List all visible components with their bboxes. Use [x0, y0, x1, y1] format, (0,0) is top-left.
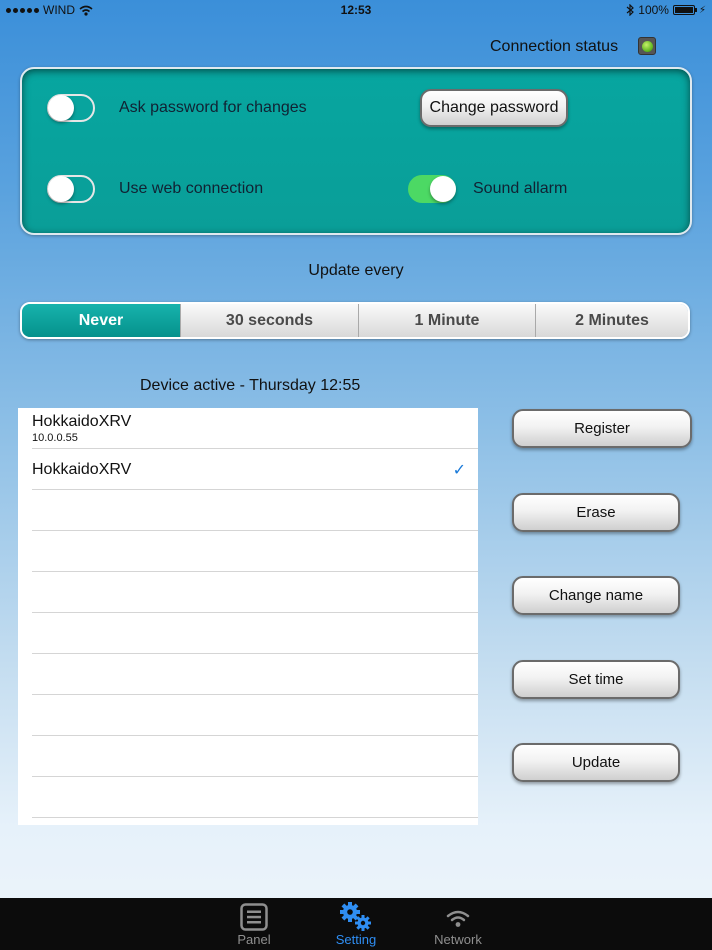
- device-active-label: Device active - Thursday 12:55: [140, 377, 361, 394]
- list-item[interactable]: HokkaidoXRV ✓: [32, 449, 478, 490]
- update-every-label: Update every: [308, 262, 404, 279]
- charging-icon: ⚡: [698, 4, 706, 16]
- panel-icon: [240, 903, 268, 931]
- device-ip: 10.0.0.55: [32, 432, 78, 444]
- device-name: HokkaidoXRV: [32, 461, 132, 478]
- segment-2-minutes[interactable]: 2 Minutes: [535, 304, 688, 337]
- status-bar: WIND 12:53 100% ⚡: [0, 0, 712, 20]
- connection-status-led-icon: [638, 37, 656, 55]
- list-item-empty: [32, 777, 478, 818]
- status-time: 12:53: [340, 3, 372, 17]
- segment-never[interactable]: Never: [22, 304, 180, 337]
- tab-network[interactable]: Network: [413, 898, 503, 950]
- sound-alarm-label: Sound allarm: [473, 180, 568, 197]
- web-connection-label: Use web connection: [119, 180, 264, 197]
- list-item-empty: [32, 572, 478, 613]
- device-name: HokkaidoXRV: [32, 413, 132, 430]
- list-item-empty: [32, 695, 478, 736]
- list-item-empty: [32, 531, 478, 572]
- tab-panel[interactable]: Panel: [209, 898, 299, 950]
- battery-percent: 100%: [638, 3, 669, 17]
- device-list: HokkaidoXRV 10.0.0.55 HokkaidoXRV ✓: [18, 408, 478, 825]
- tab-network-label: Network: [434, 932, 482, 947]
- list-item-empty: [32, 736, 478, 777]
- change-name-button[interactable]: Change name: [512, 576, 680, 615]
- settings-panel: Ask password for changes Change password…: [20, 67, 692, 235]
- list-item[interactable]: HokkaidoXRV 10.0.0.55: [32, 408, 478, 449]
- bluetooth-icon: [626, 4, 635, 16]
- gears-icon: [340, 902, 371, 931]
- update-interval-segmented-control: Never 30 seconds 1 Minute 2 Minutes: [20, 302, 690, 339]
- connection-status-label: Connection status: [490, 38, 619, 55]
- web-connection-toggle[interactable]: [47, 175, 95, 203]
- ask-password-toggle[interactable]: [47, 94, 95, 122]
- tab-setting[interactable]: Setting: [311, 898, 401, 950]
- sound-alarm-toggle[interactable]: [408, 175, 456, 203]
- battery-icon: [672, 5, 697, 15]
- change-password-button[interactable]: Change password: [420, 89, 568, 127]
- checkmark-icon: ✓: [452, 462, 466, 479]
- segment-30-seconds[interactable]: 30 seconds: [180, 304, 358, 337]
- erase-button[interactable]: Erase: [512, 493, 680, 532]
- segment-1-minute[interactable]: 1 Minute: [358, 304, 535, 337]
- list-item-empty: [32, 490, 478, 531]
- tab-panel-label: Panel: [237, 932, 271, 947]
- tab-bar: Panel Setting Network: [0, 898, 712, 950]
- list-item-empty: [32, 613, 478, 654]
- tab-setting-label: Setting: [335, 932, 377, 947]
- list-item-empty: [32, 654, 478, 695]
- set-time-button[interactable]: Set time: [512, 660, 680, 699]
- update-button[interactable]: Update: [512, 743, 680, 782]
- register-button[interactable]: Register: [512, 409, 692, 448]
- wifi-icon: [446, 910, 470, 927]
- ask-password-label: Ask password for changes: [119, 99, 307, 116]
